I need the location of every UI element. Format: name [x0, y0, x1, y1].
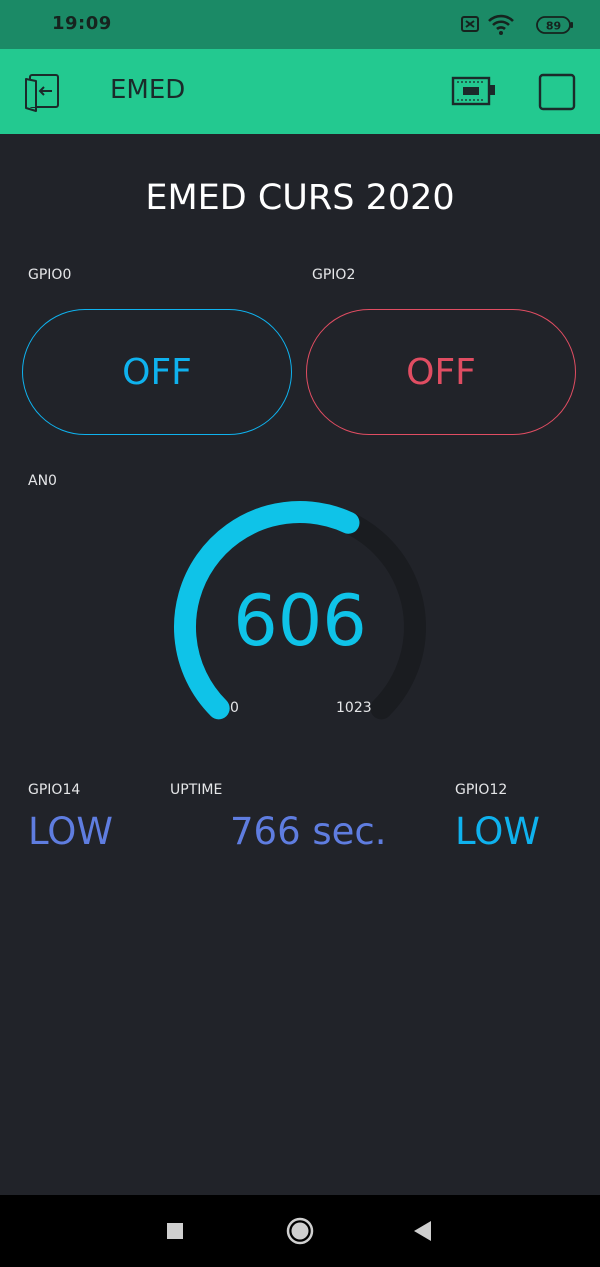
- notification-blocked-icon: [461, 16, 479, 32]
- app-title: EMED: [110, 75, 186, 105]
- back-nav-icon[interactable]: [406, 1215, 438, 1247]
- device-icon[interactable]: [450, 71, 498, 113]
- gpio12-value: LOW: [455, 810, 541, 853]
- back-icon[interactable]: [22, 71, 64, 113]
- uptime-label: UPTIME: [170, 782, 223, 798]
- wifi-icon: [488, 14, 514, 35]
- gpio2-label: GPIO2: [312, 267, 356, 283]
- gpio14-label: GPIO14: [28, 782, 81, 798]
- gauge-max: 1023: [336, 700, 372, 716]
- gpio0-button[interactable]: OFF: [22, 309, 292, 435]
- status-time: 19:09: [52, 13, 112, 34]
- uptime-value: 766 sec.: [230, 810, 387, 853]
- gauge-label: AN0: [28, 473, 57, 489]
- page-title: EMED CURS 2020: [145, 178, 455, 218]
- gpio14-value: LOW: [28, 810, 114, 853]
- gpio0-label: GPIO0: [28, 267, 72, 283]
- gauge-value: 606: [233, 580, 367, 662]
- app-bar: EMED: [0, 49, 600, 134]
- recent-apps-icon[interactable]: [159, 1215, 191, 1247]
- status-bar: 19:09 89: [0, 0, 600, 49]
- home-icon[interactable]: [284, 1215, 316, 1247]
- battery-level: 89: [546, 20, 561, 33]
- nav-bar: [0, 1195, 600, 1267]
- stop-icon[interactable]: [538, 73, 576, 111]
- gauge-min: 0: [230, 700, 239, 716]
- gpio2-button[interactable]: OFF: [306, 309, 576, 435]
- gpio12-label: GPIO12: [455, 782, 508, 798]
- battery-icon: 89: [536, 16, 573, 34]
